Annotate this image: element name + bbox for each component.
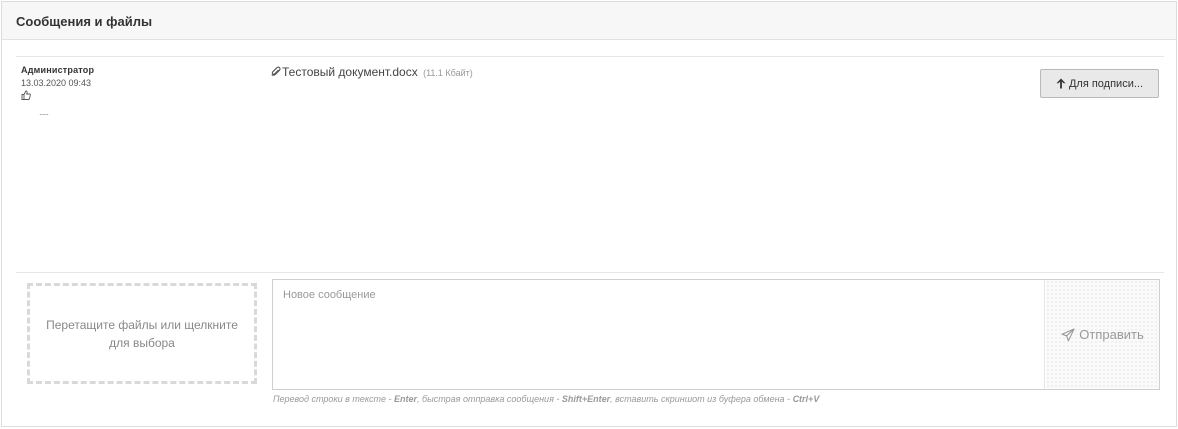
new-message-input[interactable] <box>273 280 1045 389</box>
message-attachment: Тестовый документ.docx (11.1 Кбайт) <box>271 65 473 79</box>
keyboard-hint: Перевод строки в тексте - Enter, быстрая… <box>273 394 819 404</box>
arrow-up-icon <box>1056 78 1066 89</box>
message-date: 13.03.2020 09:43 <box>21 78 92 88</box>
messages-panel: Сообщения и файлы Администратор 13.03.20… <box>1 1 1177 427</box>
paperclip-icon <box>271 66 281 76</box>
compose-area: Отправить <box>272 279 1160 390</box>
hint-part-2: , быстрая отправка сообщения - <box>417 394 562 404</box>
for-signature-label: Для подписи... <box>1068 77 1144 90</box>
message-author: Администратор <box>21 65 95 75</box>
file-link[interactable]: Тестовый документ.docx <box>282 65 418 79</box>
hint-key-shift-enter: Shift+Enter <box>561 394 611 404</box>
dropzone-text: Перетащите файлы или щелкните для выбора <box>46 317 238 350</box>
hint-key-ctrl-v: Ctrl+V <box>792 394 820 404</box>
hint-key-enter: Enter <box>394 394 418 404</box>
panel-title: Сообщения и файлы <box>16 14 153 29</box>
file-dropzone[interactable]: Перетащите файлы или щелкните для выбора <box>27 283 257 384</box>
send-button[interactable]: Отправить <box>1046 280 1159 389</box>
paper-plane-icon <box>1061 327 1075 341</box>
thumbs-up-icon[interactable] <box>21 90 31 100</box>
message-text: ...... <box>39 107 49 117</box>
panel-header: Сообщения и файлы <box>2 2 1176 40</box>
message-list: Администратор 13.03.2020 09:43 ...... Те… <box>16 56 1164 273</box>
file-size: (11.1 Кбайт) <box>423 68 473 78</box>
hint-part-3: , вставить скриншот из буфера обмена - <box>610 394 793 404</box>
message-meta: Администратор 13.03.2020 09:43 <box>21 65 241 100</box>
for-signature-button[interactable]: Для подписи... <box>1040 69 1159 98</box>
send-label: Отправить <box>1079 327 1144 342</box>
hint-part-1: Перевод строки в тексте - <box>273 394 395 404</box>
